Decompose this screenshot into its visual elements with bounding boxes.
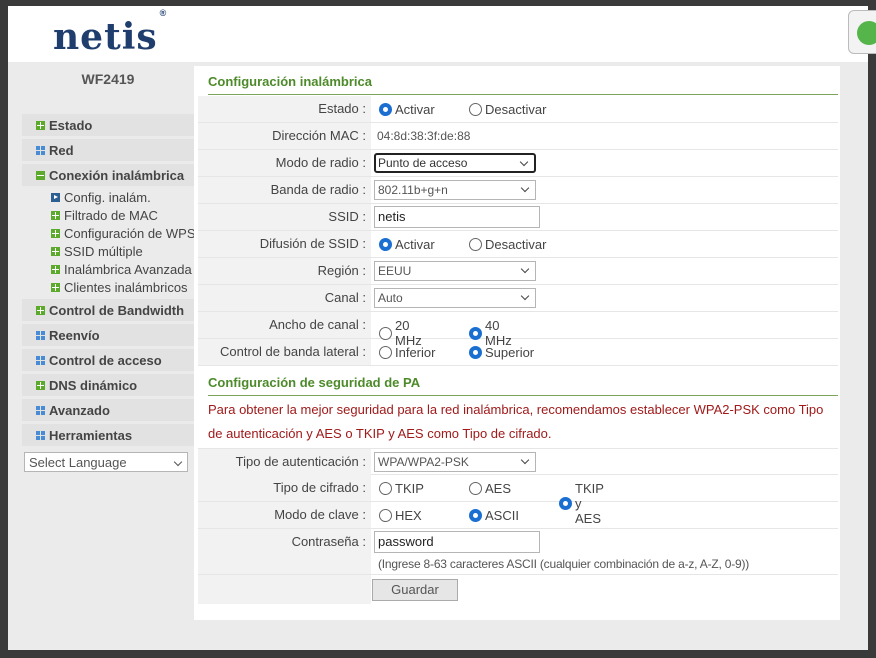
region-select[interactable]: EEUU — [374, 261, 536, 281]
chevron-down-icon — [520, 455, 530, 465]
plus-icon — [36, 380, 45, 390]
plus-icon — [51, 264, 60, 274]
subitem-multi-ssid[interactable]: SSID múltiple — [51, 242, 194, 260]
wireless-submenu: Config. inalám. Filtrado de MAC Configur… — [51, 188, 194, 296]
browser-viewport: netis® WF2419 Estado Red Conexión inalám… — [8, 6, 876, 650]
broadcast-deactivate-radio[interactable]: Desactivar — [469, 237, 546, 252]
status-deactivate-radio[interactable]: Desactivar — [469, 102, 546, 117]
sidebar-item-bandwidth[interactable]: Control de Bandwidth — [22, 299, 194, 321]
netis-logo: netis® — [53, 8, 168, 58]
subitem-wireless-clients[interactable]: Clientes inalámbricos — [51, 278, 194, 296]
chevron-down-icon — [519, 157, 529, 167]
auth-select[interactable]: WPA/WPA2-PSK — [374, 452, 536, 472]
security-warning-line1: Para obtener la mejor seguridad para la … — [208, 402, 824, 417]
channel-row: Canal : Auto — [198, 285, 838, 312]
subitem-advanced-wireless[interactable]: Inalámbrica Avanzada — [51, 260, 194, 278]
keymode-label: Modo de clave : — [198, 502, 371, 528]
band-label: Banda de radio : — [198, 177, 371, 203]
ssid-row: SSID : netis — [198, 204, 838, 231]
status-dot-icon — [857, 21, 876, 45]
sidebar-item-tools[interactable]: Herramientas — [22, 424, 194, 446]
model-name: WF2419 — [81, 71, 135, 87]
grid-icon — [36, 355, 45, 365]
mac-label: Dirección MAC : — [198, 123, 371, 149]
sidebar: WF2419 Estado Red Conexión inalámbrica C… — [22, 66, 194, 650]
radio-mode-select[interactable]: Punto de acceso — [374, 153, 536, 173]
save-button[interactable]: Guardar — [372, 579, 458, 601]
security-section-title: Configuración de seguridad de PA — [208, 367, 838, 396]
broadcast-label: Difusión de SSID : — [198, 231, 371, 257]
channel-select[interactable]: Auto — [374, 288, 536, 308]
arrow-icon — [51, 192, 60, 202]
page-header: netis® — [8, 6, 876, 62]
main-content: Configuración inalámbrica Estado : Activ… — [194, 66, 840, 620]
sideband-row: Control de banda lateral : Inferior Supe… — [198, 339, 838, 366]
chevron-down-icon — [173, 457, 183, 467]
width-row: Ancho de canal : 20 MHz 40 MHz — [198, 312, 838, 348]
grid-icon — [36, 430, 45, 440]
grid-icon — [36, 330, 45, 340]
channel-label: Canal : — [198, 285, 371, 311]
plus-icon — [51, 228, 60, 238]
cipher-label: Tipo de cifrado : — [198, 475, 371, 501]
wireless-section-title: Configuración inalámbrica — [208, 66, 838, 95]
keymode-ascii-radio[interactable]: ASCII — [469, 508, 519, 523]
width-label: Ancho de canal : — [198, 312, 371, 338]
password-label: Contraseña : — [198, 529, 371, 574]
broadcast-activate-radio[interactable]: Activar — [379, 237, 435, 252]
password-row: Contraseña : password (Ingrese 8-63 cara… — [198, 529, 838, 575]
keymode-hex-radio[interactable]: HEX — [379, 508, 422, 523]
cipher-aes-radio[interactable]: AES — [469, 481, 511, 496]
plus-icon — [51, 246, 60, 256]
plus-icon — [51, 282, 60, 292]
band-select[interactable]: 802.11b+g+n — [374, 180, 536, 200]
status-activate-radio[interactable]: Activar — [379, 102, 435, 117]
keymode-row: Modo de clave : HEX ASCII — [198, 502, 838, 529]
grid-icon — [36, 145, 45, 155]
subitem-wps[interactable]: Configuración de WPS — [51, 224, 194, 242]
cipher-row: Tipo de cifrado : TKIP AES TKIP y AES — [198, 475, 838, 526]
ssid-input[interactable]: netis — [374, 206, 540, 228]
save-row: Guardar — [198, 575, 838, 604]
radio-mode-row: Modo de radio : Punto de acceso — [198, 150, 838, 177]
region-label: Región : — [198, 258, 371, 284]
password-input[interactable]: password — [374, 531, 540, 553]
security-warning-line2: de autenticación y AES o TKIP y AES como… — [208, 426, 552, 441]
sidebar-item-wireless[interactable]: Conexión inalámbrica — [22, 164, 194, 186]
cipher-tkip-radio[interactable]: TKIP — [379, 481, 424, 496]
sideband-upper-radio[interactable]: Superior — [469, 345, 534, 360]
minus-icon — [36, 170, 45, 180]
grid-icon — [36, 405, 45, 415]
plus-icon — [36, 305, 45, 315]
ssid-label: SSID : — [198, 204, 371, 230]
band-row: Banda de radio : 802.11b+g+n — [198, 177, 838, 204]
password-hint: (Ingrese 8-63 caracteres ASCII (cualquie… — [378, 557, 750, 571]
chevron-down-icon — [520, 264, 530, 274]
chevron-down-icon — [520, 291, 530, 301]
region-row: Región : EEUU — [198, 258, 838, 285]
sidebar-item-ddns[interactable]: DNS dinámico — [22, 374, 194, 396]
subitem-wireless-config[interactable]: Config. inalám. — [51, 188, 194, 206]
sideband-label: Control de banda lateral : — [198, 339, 371, 365]
sidebar-item-estado[interactable]: Estado — [22, 114, 194, 136]
sidebar-item-red[interactable]: Red — [22, 139, 194, 161]
plus-icon — [51, 210, 60, 220]
plus-icon — [36, 120, 45, 130]
chevron-down-icon — [520, 183, 530, 193]
broadcast-row: Difusión de SSID : Activar Desactivar — [198, 231, 838, 258]
sidebar-item-access-control[interactable]: Control de acceso — [22, 349, 194, 371]
sidebar-item-forwarding[interactable]: Reenvío — [22, 324, 194, 346]
auth-label: Tipo de autenticación : — [198, 449, 371, 475]
auth-row: Tipo de autenticación : WPA/WPA2-PSK — [198, 448, 838, 475]
status-row: Estado : Activar Desactivar — [198, 96, 838, 123]
subitem-mac-filter[interactable]: Filtrado de MAC — [51, 206, 194, 224]
mac-value: 04:8d:38:3f:de:88 — [377, 129, 471, 143]
sideband-lower-radio[interactable]: Inferior — [379, 345, 435, 360]
status-label: Estado : — [198, 96, 371, 122]
radio-mode-label: Modo de radio : — [198, 150, 371, 176]
language-select[interactable]: Select Language — [24, 452, 188, 472]
sidebar-item-advanced[interactable]: Avanzado — [22, 399, 194, 421]
mac-row: Dirección MAC : 04:8d:38:3f:de:88 — [198, 123, 838, 150]
corner-status-button[interactable] — [848, 10, 876, 54]
